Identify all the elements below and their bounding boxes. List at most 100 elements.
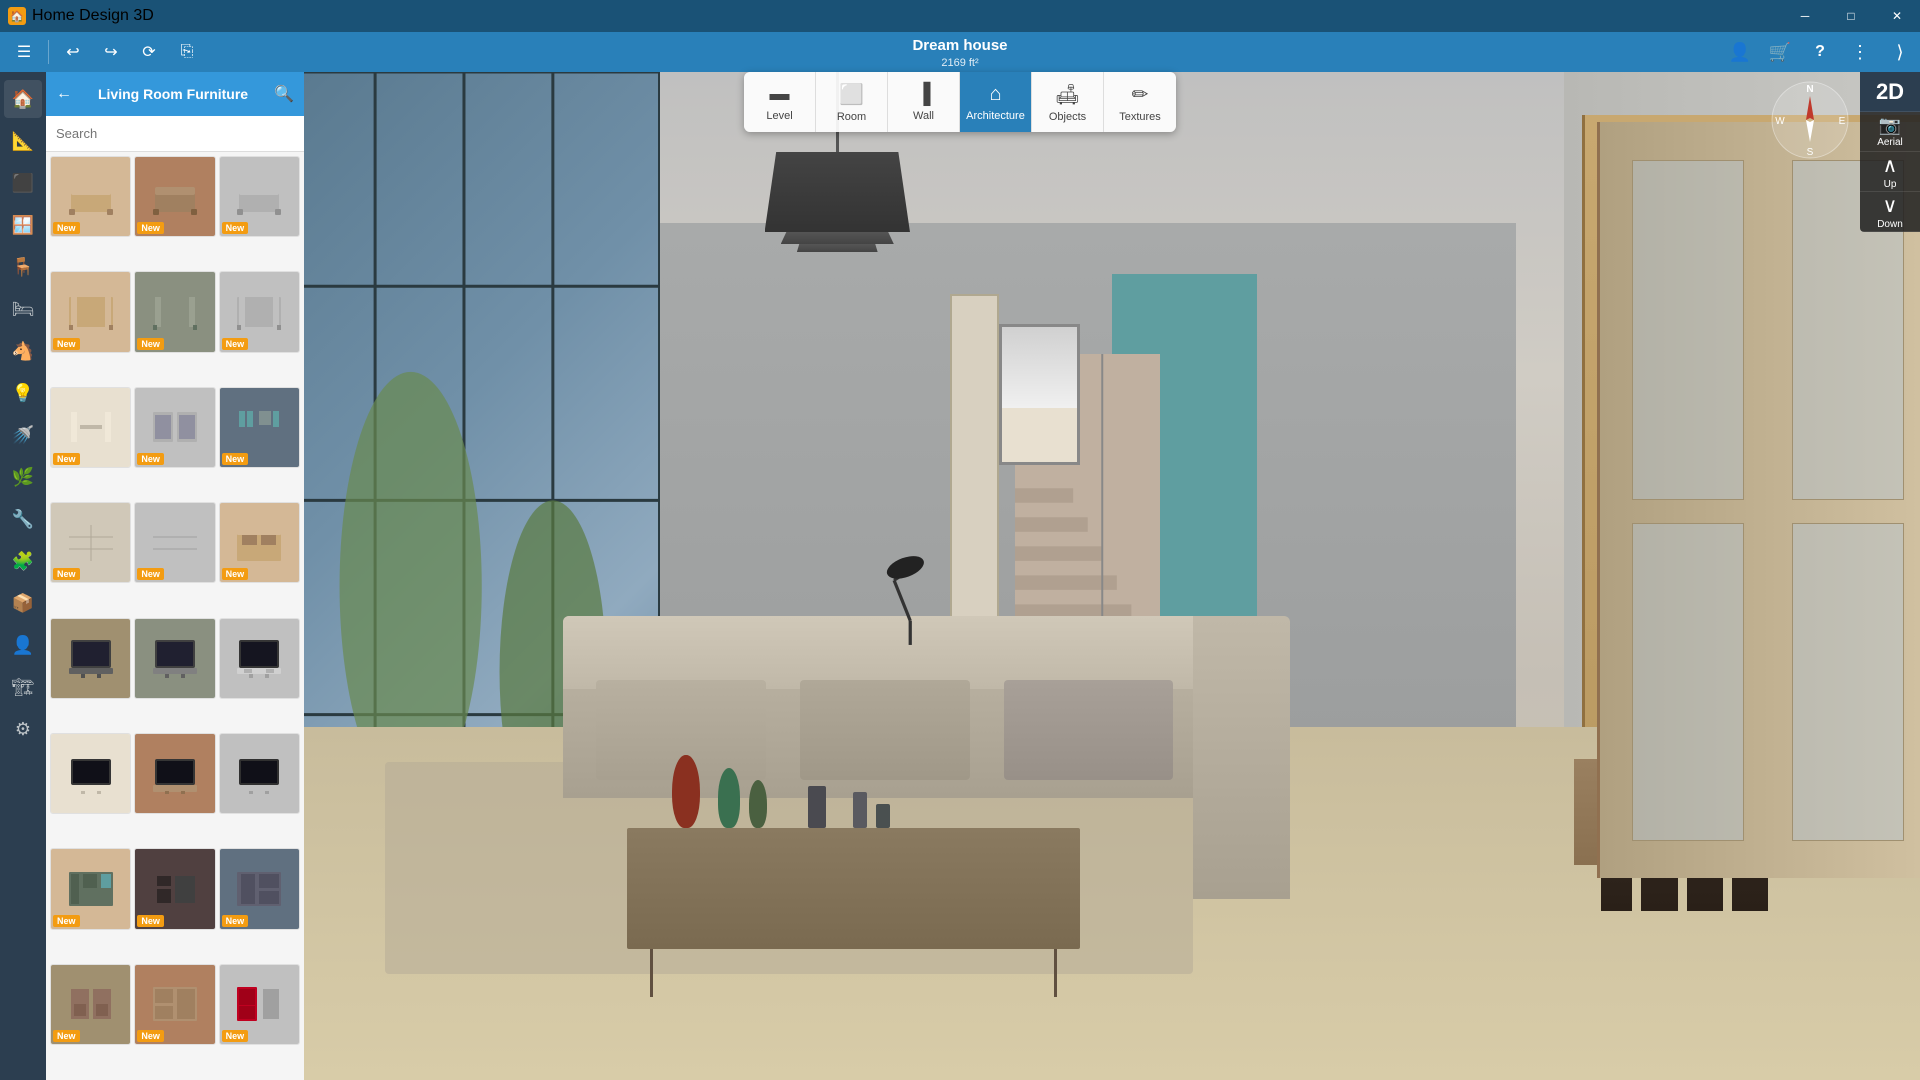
- furniture-item[interactable]: New: [134, 848, 215, 929]
- category-misc2[interactable]: 📦: [4, 584, 42, 622]
- nav-level[interactable]: ▬ Level: [744, 72, 816, 132]
- furniture-item[interactable]: New: [219, 848, 300, 929]
- furniture-thumbnail: [51, 619, 130, 698]
- maximize-button[interactable]: □: [1828, 0, 1874, 32]
- new-badge: New: [222, 338, 249, 350]
- right-top-controls: 👤 🛒 ? ⋮ ⟩: [1720, 32, 1920, 72]
- nav-wall-label: Wall: [913, 110, 934, 122]
- view-aerial-button[interactable]: 📷 Aerial: [1860, 112, 1920, 152]
- objects-icon: 🛋: [1055, 82, 1080, 107]
- nav-objects[interactable]: 🛋 Objects: [1032, 72, 1104, 132]
- wall-icon: ▐: [916, 83, 930, 106]
- copy-button[interactable]: ⎘: [171, 36, 203, 68]
- help-button[interactable]: ?: [1800, 32, 1840, 72]
- nav-wall[interactable]: ▐ Wall: [888, 72, 960, 132]
- panel-header: ← Living Room Furniture 🔍: [46, 72, 304, 116]
- redo-button[interactable]: ↪: [95, 36, 127, 68]
- category-fixtures[interactable]: 🔧: [4, 500, 42, 538]
- nav-room[interactable]: ⬜ Room: [816, 72, 888, 132]
- level-icon: ▬: [770, 83, 790, 106]
- app-icon: 🏠: [8, 7, 26, 25]
- furniture-item[interactable]: New: [219, 387, 300, 468]
- close-button[interactable]: ✕: [1874, 0, 1920, 32]
- window-controls: ─ □ ✕: [1782, 0, 1920, 32]
- category-misc1[interactable]: 🧩: [4, 542, 42, 580]
- furniture-item[interactable]: New: [134, 387, 215, 468]
- furniture-item[interactable]: New: [50, 156, 131, 237]
- menu-button[interactable]: ☰: [8, 36, 40, 68]
- furniture-item[interactable]: [134, 733, 215, 814]
- collapse-button[interactable]: ⟩: [1880, 32, 1920, 72]
- furniture-item[interactable]: New: [219, 502, 300, 583]
- category-home[interactable]: 🏠: [4, 80, 42, 118]
- account-button[interactable]: 👤: [1720, 32, 1760, 72]
- new-badge: New: [222, 453, 249, 465]
- nav-architecture[interactable]: ⌂ Architecture: [960, 72, 1032, 132]
- new-badge: New: [53, 338, 80, 350]
- furniture-item[interactable]: New: [50, 848, 131, 929]
- new-badge: New: [137, 568, 164, 580]
- compass: N S W E: [1770, 80, 1850, 160]
- category-decor[interactable]: 🐴: [4, 332, 42, 370]
- furniture-thumbnail: [51, 734, 130, 813]
- nav-level-label: Level: [766, 110, 792, 122]
- new-badge: New: [53, 453, 80, 465]
- category-floor[interactable]: ⬛: [4, 164, 42, 202]
- panel-back-button[interactable]: ←: [56, 85, 72, 103]
- new-badge: New: [53, 222, 80, 234]
- furniture-item[interactable]: New: [219, 271, 300, 352]
- category-walls[interactable]: 🪟: [4, 206, 42, 244]
- store-button[interactable]: 🛒: [1760, 32, 1800, 72]
- toolbar: ☰ ↩ ↪ ⟳ ⎘: [0, 32, 1920, 72]
- viewport[interactable]: [304, 72, 1920, 1080]
- category-lighting[interactable]: 💡: [4, 374, 42, 412]
- furniture-item[interactable]: [50, 618, 131, 699]
- more-button[interactable]: ⋮: [1840, 32, 1880, 72]
- view-up-button[interactable]: ∧ Up: [1860, 152, 1920, 192]
- furniture-item[interactable]: New: [219, 964, 300, 1045]
- category-furniture[interactable]: 🪑: [4, 248, 42, 286]
- undo-button[interactable]: ↩: [57, 36, 89, 68]
- toolbar-separator: [48, 40, 49, 64]
- minimize-button[interactable]: ─: [1782, 0, 1828, 32]
- furniture-item[interactable]: New: [50, 502, 131, 583]
- furniture-item[interactable]: New: [134, 271, 215, 352]
- nav-objects-label: Objects: [1049, 111, 1086, 123]
- furniture-item[interactable]: New: [134, 502, 215, 583]
- view-2d-label: 2D: [1876, 79, 1904, 105]
- view-down-button[interactable]: ∨ Down: [1860, 192, 1920, 232]
- category-settings[interactable]: ⚙: [4, 710, 42, 748]
- furniture-item[interactable]: New: [134, 156, 215, 237]
- furniture-thumbnail: [135, 734, 214, 813]
- category-bathroom[interactable]: 🚿: [4, 416, 42, 454]
- furniture-item[interactable]: [134, 618, 215, 699]
- right-cabinet: [1597, 122, 1920, 878]
- new-badge: New: [222, 568, 249, 580]
- category-construction[interactable]: 🏗: [4, 668, 42, 706]
- svg-text:E: E: [1839, 116, 1846, 127]
- category-bedroom[interactable]: 🛏: [4, 290, 42, 328]
- wall-artwork: [999, 324, 1080, 465]
- furniture-thumbnail: [220, 619, 299, 698]
- furniture-item[interactable]: [219, 618, 300, 699]
- search-bar: [46, 116, 304, 152]
- category-person[interactable]: 👤: [4, 626, 42, 664]
- search-input[interactable]: [56, 126, 294, 141]
- refresh-button[interactable]: ⟳: [133, 36, 165, 68]
- furniture-item[interactable]: New: [50, 387, 131, 468]
- furniture-item[interactable]: [50, 733, 131, 814]
- view-aerial-label: Aerial: [1877, 137, 1903, 148]
- view-controls: 2D 📷 Aerial ∧ Up ∨ Down: [1860, 72, 1920, 232]
- category-plants[interactable]: 🌿: [4, 458, 42, 496]
- view-2d-button[interactable]: 2D: [1860, 72, 1920, 112]
- category-plan[interactable]: 📐: [4, 122, 42, 160]
- furniture-item[interactable]: New: [219, 156, 300, 237]
- category-bar: 🏠 📐 ⬛ 🪟 🪑 🛏 🐴 💡 🚿 🌿 🔧 🧩 📦 👤 🏗 ⚙: [0, 72, 46, 1080]
- furniture-item[interactable]: New: [50, 271, 131, 352]
- nav-textures[interactable]: ✏ Textures: [1104, 72, 1176, 132]
- furniture-item[interactable]: [219, 733, 300, 814]
- app-title: Home Design 3D: [32, 7, 154, 25]
- panel-search-button[interactable]: 🔍: [274, 84, 294, 104]
- furniture-item[interactable]: New: [134, 964, 215, 1045]
- furniture-item[interactable]: New: [50, 964, 131, 1045]
